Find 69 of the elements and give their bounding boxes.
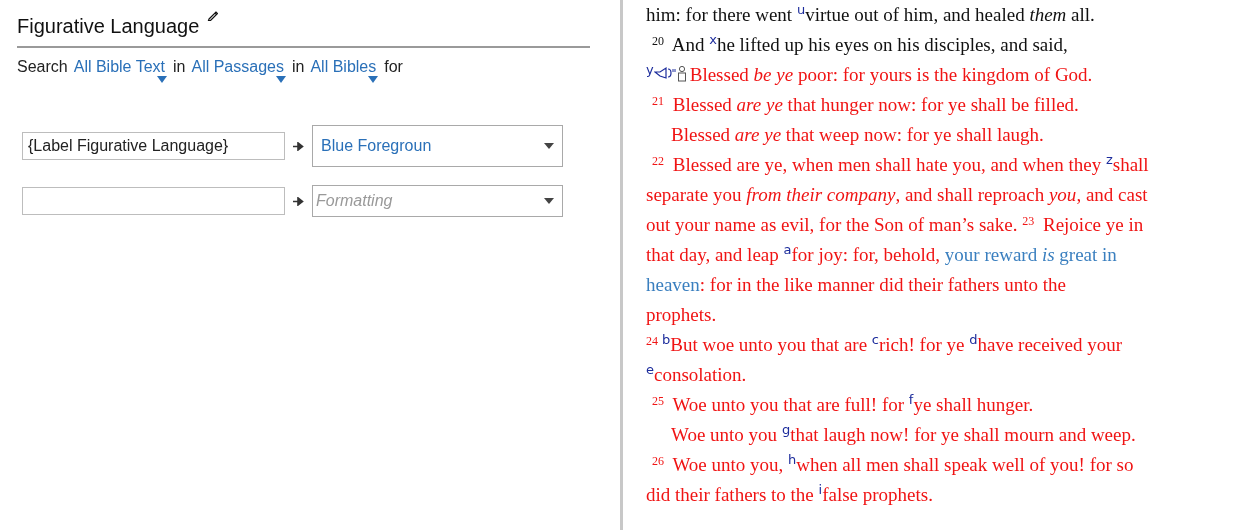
search-label: in [173,58,186,76]
verse-text: that day, and leap [646,244,780,265]
verse-text: your reward is great in [944,244,1117,265]
scope-dropdown[interactable]: All Bibles [310,58,379,83]
verse-number: 23 [1022,214,1035,228]
verse-text: Rejoice ye in [1042,214,1144,235]
scope-dropdown[interactable]: All Passages [191,58,286,83]
arrow-right-icon [293,196,304,206]
caret-icon [544,143,554,149]
verse-number: 20 [652,34,664,48]
verse-text: out your name as evil, for the Son of man’s sake. [646,214,1019,235]
footnote-link[interactable]: i [818,482,823,497]
verse-number: 26 [652,454,664,468]
verse-text: But woe unto you that are [670,334,869,355]
verse-text: rich! for ye [879,334,966,355]
verse-text: false prophets. [822,484,933,505]
verse-text: shall [1112,154,1149,175]
footnote-link[interactable]: y [646,62,654,77]
verse-number: 21 [652,94,664,108]
verse-text: when all men shall speak well of you! for so [796,454,1134,475]
format-dropdown[interactable]: Blue Foregroun [312,125,563,167]
verse-text: Blessed be ye poor: for yours is the kingdom of God. [689,64,1093,85]
footnote-link[interactable]: u [796,2,806,17]
verse-text: separate you from their company, and shall reproach you, and cast [646,184,1148,205]
verse-number: 24 [646,334,658,348]
verse-text: did their fathers to the [646,484,815,505]
arrow-right-icon [293,141,304,151]
verse-text: virtue out of him, and healed them all. [805,4,1095,25]
footnote-link[interactable]: c [871,332,879,347]
footnote-link[interactable]: g [781,422,791,437]
footnote-link[interactable]: x [709,32,717,47]
caret-icon [275,76,286,83]
caret-icon [544,198,554,204]
footnote-link[interactable]: e [646,362,654,377]
search-label: Search [17,58,68,76]
footnote-link[interactable]: b [662,332,671,347]
verse-text: Blessed are ye that weep now: for ye shall laugh. [671,124,1044,145]
verse-text: he lifted up his eyes on his disciples, and said, [716,34,1068,55]
verse-text: for joy: for, behold, [791,244,942,265]
search-label: for [384,58,403,76]
caret-icon [157,76,167,83]
verse-text: Woe unto you, [671,454,785,475]
verse-number: 22 [652,154,664,168]
verse-text: that laugh now! for ye shall mourn and weep. [790,424,1136,445]
verse-text: heaven [646,274,700,295]
verse-text: have received your [977,334,1123,355]
footnote-link[interactable]: z [1105,152,1113,167]
pattern-field[interactable]: {Label Figurative Language} [22,132,285,160]
footnote-link[interactable]: f [908,392,914,407]
footnote-link[interactable]: a [783,242,792,257]
search-label: in [291,58,305,76]
verse-number: 25 [652,394,664,408]
verse-text: : for in the like manner did their fathers unto the [699,274,1066,295]
verse-text: And [670,34,706,55]
scope-dropdown[interactable]: All Bible Text [73,58,167,83]
footnote-link[interactable]: d [969,332,978,347]
verse-text: Blessed are ye, when men shall hate you, and when they [671,154,1103,175]
pencil-icon[interactable] [207,10,219,21]
verse-text: Blessed are ye that hunger now: for ye shall be filled. [671,94,1079,115]
pattern-field[interactable] [22,187,285,215]
verse-text: consolation. [654,364,747,385]
verse-text: ye shall hunger. [913,394,1034,415]
verse-text: Woe unto you [671,424,779,445]
footnote-link[interactable]: h [788,452,797,467]
panel-title: Figurative Language [17,14,200,39]
verse-text: Woe unto you that are full! for [671,394,906,415]
verse-text: him: for there went [646,4,794,25]
caret-icon [368,76,379,83]
verse-text: prophets. [646,304,717,325]
